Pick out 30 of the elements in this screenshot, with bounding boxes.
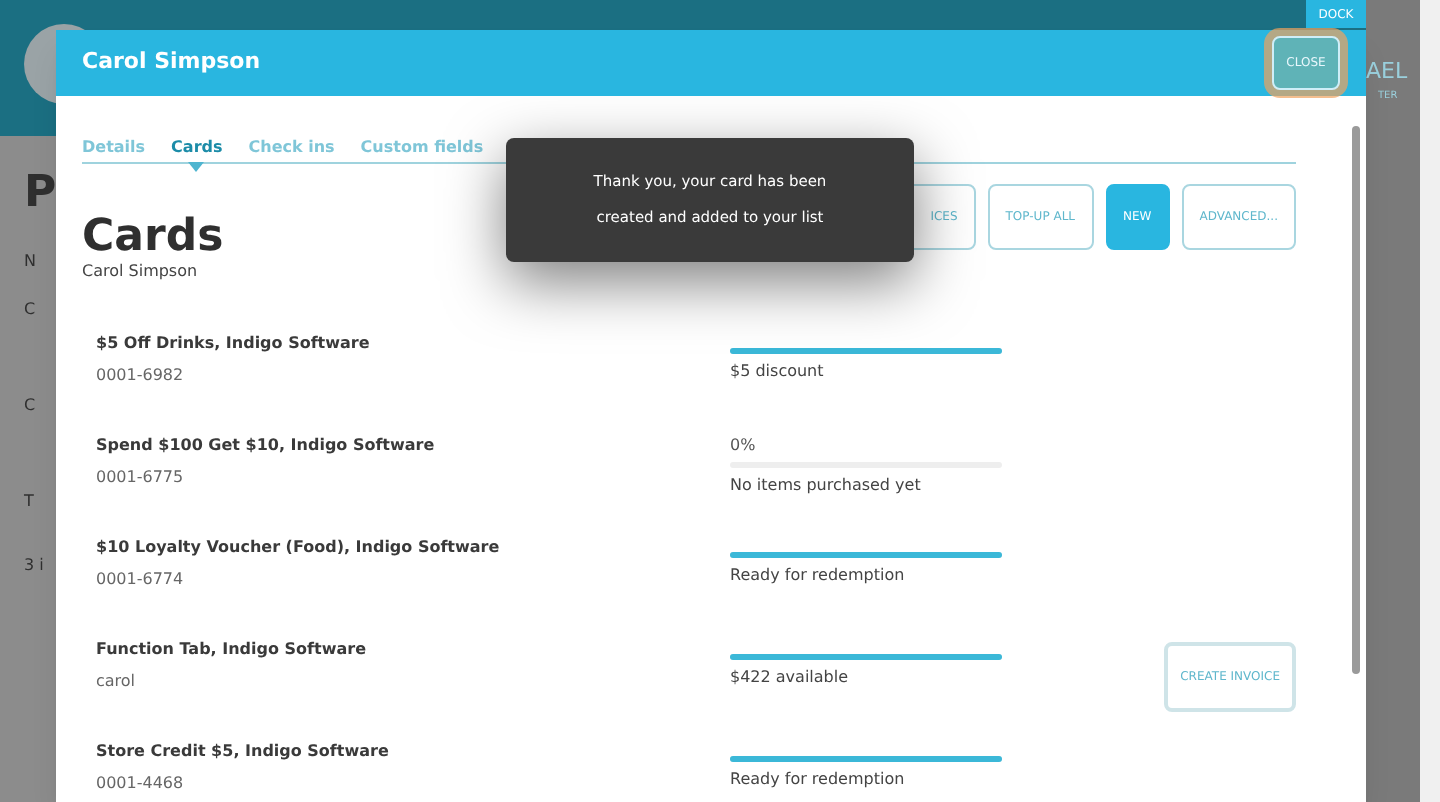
page-heading: P	[24, 166, 59, 222]
tab[interactable]: Details	[82, 132, 146, 164]
card-status: No items purchased yet	[730, 474, 923, 498]
card-number: 0001-6774	[96, 568, 186, 592]
window-title: Carol Simpson	[82, 46, 261, 79]
table-cell-text: C	[24, 298, 38, 322]
tab[interactable]: Custom fields	[360, 132, 484, 164]
card-status: Ready for redemption	[730, 564, 907, 588]
card-status: $422 available	[730, 666, 851, 690]
card-name: Spend $100 Get $10, Indigo Software	[96, 434, 437, 458]
card-number: 0001-4468	[96, 772, 186, 796]
page-subheading: Carol Simpson	[82, 260, 200, 284]
table-cell-text: C	[24, 394, 38, 418]
card-name: $10 Loyalty Voucher (Food), Indigo Software	[96, 536, 502, 560]
item-count: 3 i	[24, 554, 46, 578]
tab[interactable]: Check ins	[248, 132, 335, 164]
card-name: Function Tab, Indigo Software	[96, 638, 368, 662]
card-status: $5 discount	[730, 360, 826, 384]
card-number: 0001-6775	[96, 466, 186, 490]
card-number: carol	[96, 670, 138, 694]
page-heading: Cards	[82, 216, 224, 260]
card-number: 0001-6982	[96, 364, 186, 388]
progress-percent: 0%	[730, 434, 758, 458]
scrollbar[interactable]	[1352, 126, 1360, 674]
card-name: $5 Off Drinks, Indigo Software	[96, 332, 372, 356]
table-cell-text: T	[24, 490, 36, 514]
user-name: AEL	[1366, 56, 1408, 88]
column-header: N	[24, 250, 38, 274]
card-name: Store Credit $5, Indigo Software	[96, 740, 391, 764]
card-status: Ready for redemption	[730, 768, 907, 792]
